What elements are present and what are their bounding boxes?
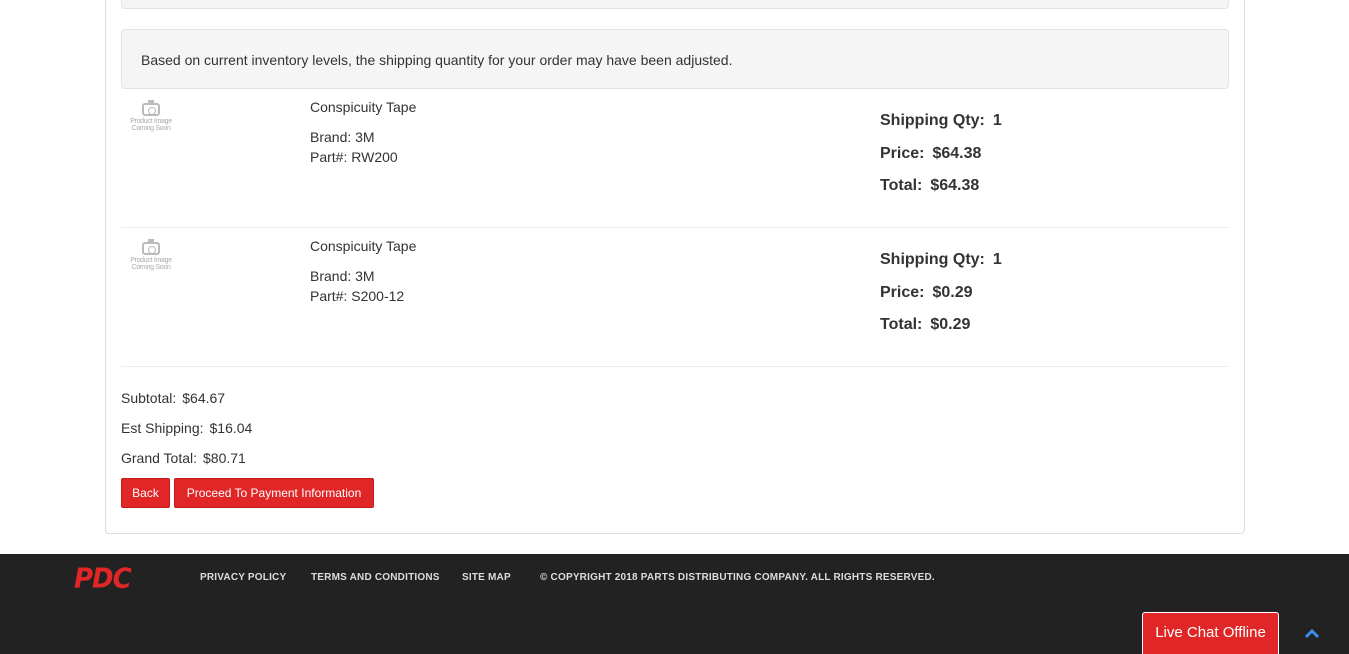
est-shipping: Est Shipping: $16.04 — [121, 420, 253, 436]
placeholder-text: Coming Soon — [131, 125, 171, 132]
order-item: Product Image Coming Soon Conspicuity Tap… — [121, 88, 1229, 228]
product-brand: Brand: 3M — [310, 268, 375, 284]
product-brand: Brand: 3M — [310, 129, 375, 145]
product-part-number: Part#: RW200 — [310, 149, 398, 165]
subtotal: Subtotal: $64.67 — [121, 390, 226, 406]
placeholder-text: Product Image — [130, 118, 172, 125]
shipping-qty: Shipping Qty: 1 — [880, 112, 1002, 129]
live-chat-button[interactable]: Live Chat Offline — [1142, 612, 1279, 654]
item-total: Total: $64.38 — [880, 177, 980, 194]
back-button[interactable]: Back — [121, 478, 170, 508]
product-image-placeholder: Product Image Coming Soon — [129, 100, 173, 137]
product-name: Conspicuity Tape — [310, 238, 417, 254]
item-total: Total: $0.29 — [880, 316, 971, 333]
shipping-qty: Shipping Qty: 1 — [880, 251, 1002, 268]
pdc-logo[interactable]: PDC — [74, 563, 132, 595]
inventory-notice: Based on current inventory levels, the s… — [121, 29, 1229, 89]
chevron-up-icon[interactable] — [1303, 626, 1321, 640]
previous-section-box — [121, 0, 1229, 9]
privacy-policy-link[interactable]: PRIVACY POLICY — [200, 572, 286, 583]
placeholder-text: Coming Soon — [131, 264, 171, 271]
terms-and-conditions-link[interactable]: TERMS AND CONDITIONS — [311, 572, 440, 583]
item-price: Price: $0.29 — [880, 284, 973, 301]
copyright-text: © COPYRIGHT 2018 PARTS DISTRIBUTING COMP… — [540, 572, 935, 583]
placeholder-text: Product Image — [130, 257, 172, 264]
camera-icon — [142, 100, 160, 116]
camera-icon — [142, 239, 160, 255]
product-image-placeholder: Product Image Coming Soon — [129, 239, 173, 276]
site-map-link[interactable]: SITE MAP — [462, 572, 511, 583]
grand-total: Grand Total: $80.71 — [121, 450, 246, 466]
order-item: Product Image Coming Soon Conspicuity Tap… — [121, 227, 1229, 367]
proceed-to-payment-button[interactable]: Proceed To Payment Information — [174, 478, 374, 508]
item-price: Price: $64.38 — [880, 145, 982, 162]
product-part-number: Part#: S200-12 — [310, 288, 405, 304]
product-name: Conspicuity Tape — [310, 99, 417, 115]
